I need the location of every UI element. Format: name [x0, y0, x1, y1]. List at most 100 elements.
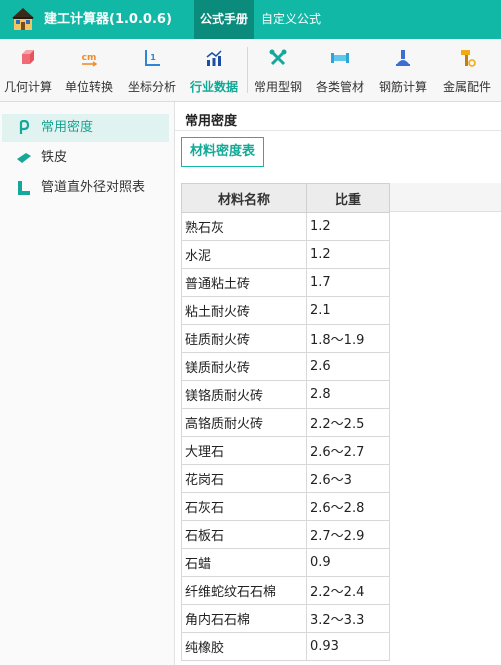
cell-material-name: 石板石 [181, 520, 307, 549]
toolbar-label: 金属配件 [442, 80, 491, 94]
cell-material-name: 普通粘土砖 [181, 268, 307, 297]
cell-specific-gravity: 2.6 [306, 352, 390, 381]
cell-specific-gravity: 1.2 [306, 212, 390, 241]
cell-specific-gravity: 1.7 [306, 268, 390, 297]
toolbar-label: 坐标分析 [127, 80, 176, 94]
section-divider [175, 130, 501, 131]
toolbar-label: 单位转换 [64, 80, 113, 94]
sheet-metal-icon [17, 153, 31, 163]
table-row[interactable]: 大理石 2.6～2.7 [181, 436, 390, 465]
svg-text:1: 1 [150, 53, 156, 62]
sidebar-item-label: 管道直外径对照表 [41, 180, 146, 195]
app-logo-icon [12, 8, 34, 30]
density-icon [19, 120, 30, 134]
column-header-material[interactable]: 材料名称 [181, 183, 307, 213]
cell-material-name: 镁铬质耐火砖 [181, 380, 307, 409]
table-row[interactable]: 镁铬质耐火砖 2.8 [181, 380, 390, 409]
table-row[interactable]: 石灰石 2.6～2.8 [181, 492, 390, 521]
cell-material-name: 花岗石 [181, 464, 307, 493]
table-row[interactable]: 纯橡胶 0.93 [181, 632, 390, 661]
tab-material-density-table[interactable]: 材料密度表 [181, 137, 264, 167]
cell-specific-gravity: 1.2 [306, 240, 390, 269]
toolbar-label: 几何计算 [3, 80, 52, 94]
table-row[interactable]: 水泥 1.2 [181, 240, 390, 269]
hammer-icon [461, 50, 476, 67]
pipe-icon [331, 53, 349, 63]
cube-icon [22, 50, 34, 64]
rebar-icon [396, 50, 410, 66]
section-title: 常用密度 [185, 114, 238, 129]
pipe-table-icon [18, 181, 30, 195]
sidebar-item-sheet-metal[interactable]: 铁皮 [2, 144, 169, 172]
toolbar-industry-data[interactable]: 行业数据 [184, 39, 244, 101]
toolbar-metal-parts[interactable]: 金属配件 [435, 39, 499, 101]
toolbar-rebar-calc[interactable]: 钢筋计算 [373, 39, 433, 101]
cell-material-name: 石蜡 [181, 548, 307, 577]
table-row[interactable]: 花岗石 2.6～3 [181, 464, 390, 493]
table-row[interactable]: 高铬质耐火砖 2.2～2.5 [181, 408, 390, 437]
cell-specific-gravity: 0.9 [306, 548, 390, 577]
cell-specific-gravity: 2.1 [306, 296, 390, 325]
density-grid: 材料名称 比重 熟石灰 1.2 水泥 1.2 普通粘土砖 1.7 粘土耐火砖 2.1 硅质耐火砖… [181, 183, 501, 665]
table-header-row: 材料名称 比重 [181, 183, 390, 213]
table-row[interactable]: 普通粘土砖 1.7 [181, 268, 390, 297]
svg-text:cm: cm [82, 53, 97, 63]
cell-specific-gravity: 1.8～1.9 [306, 324, 390, 353]
cell-material-name: 大理石 [181, 436, 307, 465]
app-title: 建工计算器(1.0.0.6) [44, 12, 172, 27]
cell-specific-gravity: 2.6～2.8 [306, 492, 390, 521]
tab-custom-formula[interactable]: 自定义公式 [255, 0, 327, 39]
sidebar-item-label: 常用密度 [41, 120, 94, 135]
main-panel: 常用密度 材料密度表 材料名称 比重 熟石灰 1.2 水泥 1.2 普通粘土砖 1.7 粘土… [175, 102, 501, 665]
toolbar-label: 各类管材 [315, 80, 364, 94]
table-row[interactable]: 熟石灰 1.2 [181, 212, 390, 241]
table-row[interactable]: 粘土耐火砖 2.1 [181, 296, 390, 325]
toolbar-label: 钢筋计算 [378, 80, 427, 94]
cell-specific-gravity: 2.2～2.5 [306, 408, 390, 437]
tab-formula-manual[interactable]: 公式手册 [194, 0, 255, 39]
cell-specific-gravity: 2.6～3 [306, 464, 390, 493]
table-row[interactable]: 纤维蛇纹石石棉 2.2～2.4 [181, 576, 390, 605]
toolbar-label: 行业数据 [189, 80, 238, 94]
table-row[interactable]: 石板石 2.7～2.9 [181, 520, 390, 549]
cell-specific-gravity: 3.2～3.3 [306, 604, 390, 633]
column-header-gravity[interactable]: 比重 [306, 183, 390, 213]
cell-material-name: 石灰石 [181, 492, 307, 521]
table-row[interactable]: 硅质耐火砖 1.8～1.9 [181, 324, 390, 353]
unit-convert-icon: cm [82, 53, 98, 67]
cell-material-name: 角内石石棉 [181, 604, 307, 633]
toolbar-label: 常用型钢 [253, 80, 302, 94]
toolbar-coordinate-analysis[interactable]: 1 坐标分析 [122, 39, 182, 101]
bar-chart-icon [206, 50, 222, 66]
cell-specific-gravity: 2.8 [306, 380, 390, 409]
cell-material-name: 高铬质耐火砖 [181, 408, 307, 437]
table-row[interactable]: 角内石石棉 3.2～3.3 [181, 604, 390, 633]
sidebar-item-common-density[interactable]: 常用密度 [2, 114, 169, 142]
table-row[interactable]: 石蜡 0.9 [181, 548, 390, 577]
tools-icon [269, 49, 287, 66]
cell-material-name: 粘土耐火砖 [181, 296, 307, 325]
density-table: 材料名称 比重 熟石灰 1.2 水泥 1.2 普通粘土砖 1.7 粘土耐火砖 2.1 硅质耐火砖… [181, 183, 390, 661]
cell-material-name: 纯橡胶 [181, 632, 307, 661]
sidebar: 常用密度 铁皮 管道直外径对照表 [0, 102, 175, 665]
toolbar-common-steel[interactable]: 常用型钢 [249, 39, 307, 101]
cell-specific-gravity: 2.6～2.7 [306, 436, 390, 465]
title-bar: 建工计算器(1.0.0.6) 公式手册 自定义公式 [0, 0, 501, 39]
cell-material-name: 纤维蛇纹石石棉 [181, 576, 307, 605]
table-row[interactable]: 镁质耐火砖 2.6 [181, 352, 390, 381]
table-body: 熟石灰 1.2 水泥 1.2 普通粘土砖 1.7 粘土耐火砖 2.1 硅质耐火砖 1.8～1.9 镁… [181, 212, 390, 661]
toolbar: 几何计算 cm 单位转换 1 坐标分析 行业数据 常用型钢 各类管材 钢筋计算 … [0, 39, 501, 102]
sidebar-item-label: 铁皮 [41, 150, 68, 165]
toolbar-geometry-calc[interactable]: 几何计算 [0, 39, 56, 101]
cell-material-name: 硅质耐火砖 [181, 324, 307, 353]
toolbar-pipes[interactable]: 各类管材 [309, 39, 371, 101]
cell-specific-gravity: 2.7～2.9 [306, 520, 390, 549]
coordinate-icon: 1 [145, 50, 160, 66]
toolbar-unit-convert[interactable]: cm 单位转换 [58, 39, 120, 101]
cell-specific-gravity: 2.2～2.4 [306, 576, 390, 605]
cell-material-name: 熟石灰 [181, 212, 307, 241]
sidebar-item-pipe-diameter-table[interactable]: 管道直外径对照表 [2, 174, 169, 202]
toolbar-separator [247, 47, 248, 93]
cell-material-name: 镁质耐火砖 [181, 352, 307, 381]
cell-specific-gravity: 0.93 [306, 632, 390, 661]
